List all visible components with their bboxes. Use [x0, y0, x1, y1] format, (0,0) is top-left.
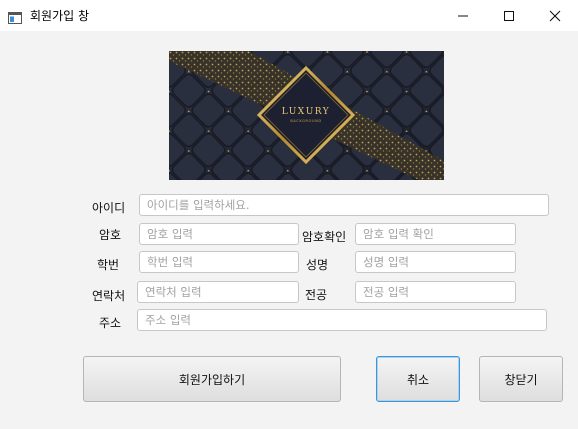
banner-brand-text: LUXURY — [282, 107, 331, 117]
close-icon — [549, 10, 561, 22]
major-label: 전공 — [305, 288, 328, 302]
minimize-icon — [458, 15, 468, 17]
maximize-icon — [504, 11, 514, 21]
signup-button[interactable]: 회원가입하기 — [83, 356, 341, 402]
name-label: 성명 — [306, 258, 329, 272]
address-label: 주소 — [99, 316, 122, 330]
address-field[interactable] — [137, 309, 547, 331]
title-bar: 회원가입 창 — [0, 0, 578, 31]
minimize-button[interactable] — [440, 0, 486, 31]
banner-sub-text: BACKGROUND — [290, 119, 321, 123]
close-window-button[interactable] — [532, 0, 578, 31]
window-title: 회원가입 창 — [30, 9, 90, 23]
student-id-field[interactable] — [139, 251, 299, 273]
maximize-button[interactable] — [486, 0, 532, 31]
password-confirm-label: 암호확인 — [302, 230, 347, 244]
app-window-icon — [8, 9, 22, 24]
contact-field[interactable] — [137, 281, 299, 303]
password-confirm-field[interactable] — [355, 223, 516, 245]
password-label: 암호 — [99, 228, 122, 242]
id-field[interactable] — [139, 194, 549, 216]
contact-label: 연락처 — [92, 289, 126, 303]
major-field[interactable] — [355, 281, 516, 303]
password-field[interactable] — [139, 223, 299, 245]
student-id-label: 학번 — [97, 258, 120, 272]
luxury-banner-image: LUXURY BACKGROUND — [169, 51, 444, 180]
name-field[interactable] — [355, 251, 516, 273]
close-button[interactable]: 창닫기 — [479, 356, 563, 402]
id-label: 아이디 — [92, 201, 126, 215]
cancel-button[interactable]: 취소 — [376, 356, 460, 402]
